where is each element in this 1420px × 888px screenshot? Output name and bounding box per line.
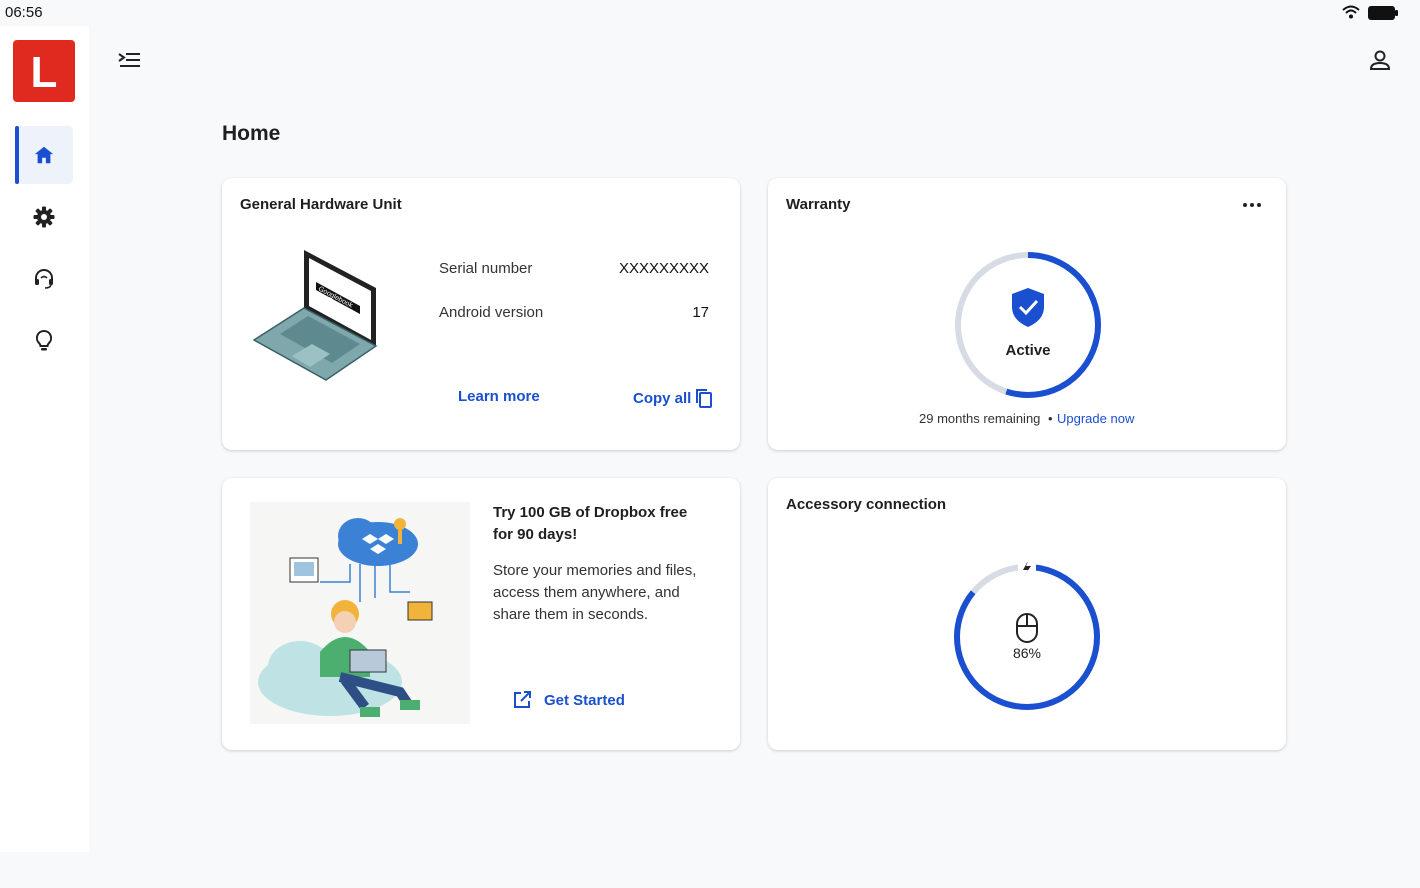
copy-icon <box>696 389 713 408</box>
warranty-ring <box>955 252 1101 398</box>
nav-item-support[interactable] <box>15 250 73 308</box>
laptop-illustration: Googlebook <box>252 250 378 381</box>
nav-rail: L <box>0 26 89 852</box>
learn-more-link[interactable]: Learn more <box>458 388 540 405</box>
page-title: Home <box>222 122 281 145</box>
account-button[interactable] <box>1367 48 1393 74</box>
copy-all-label: Copy all <box>633 389 692 407</box>
warranty-card: Warranty Active 29 months remaining • Up… <box>768 178 1286 450</box>
status-bar: 06:56 <box>0 0 1420 26</box>
warranty-more-button[interactable] <box>1241 200 1263 210</box>
hardware-card-title: General Hardware Unit <box>240 196 402 213</box>
hardware-card: General Hardware Unit Googlebook Serial … <box>222 178 740 450</box>
status-time: 06:56 <box>5 4 43 21</box>
android-version-value: 17 <box>692 304 709 321</box>
serial-number-label: Serial number <box>439 260 533 277</box>
dropbox-promo-title: Try 100 GB of Dropbox free for 90 days! <box>493 504 688 543</box>
open-in-new-icon <box>514 691 531 708</box>
more-dots-icon <box>1243 203 1247 207</box>
warranty-status: Active <box>1005 342 1051 359</box>
serial-number-value: XXXXXXXXX <box>618 260 709 277</box>
home-icon <box>34 146 54 164</box>
battery-icon <box>1368 6 1398 25</box>
get-started-button[interactable]: Get Started <box>512 690 625 710</box>
dropbox-promo-body: Store your memories and files, access th… <box>493 562 697 623</box>
warranty-remaining: 29 months remaining <box>919 411 1041 426</box>
support-headset-icon <box>35 269 53 289</box>
system-navigation-bar <box>0 852 1420 888</box>
dropbox-illustration <box>250 502 470 724</box>
warranty-separator: • <box>1048 411 1053 426</box>
menu-collapse-button[interactable] <box>116 48 142 72</box>
wifi-icon <box>1342 5 1360 24</box>
shield-check-icon <box>1012 288 1044 327</box>
get-started-label: Get Started <box>544 691 625 709</box>
gear-icon <box>33 206 55 228</box>
android-version-label: Android version <box>439 304 544 321</box>
accessory-ring <box>954 562 1100 710</box>
lightbulb-icon <box>35 329 53 351</box>
nav-item-settings[interactable] <box>15 188 73 246</box>
app-logo-letter: L <box>30 48 58 97</box>
accessory-card-title: Accessory connection <box>786 496 947 513</box>
nav-item-tips[interactable] <box>15 312 73 370</box>
menu-collapse-icon <box>118 53 140 67</box>
copy-all-button[interactable]: Copy all <box>633 388 713 408</box>
upgrade-now-link[interactable]: Upgrade now <box>1057 411 1134 426</box>
accessory-battery-percent: 86% <box>1012 645 1042 661</box>
nav-item-home[interactable] <box>15 126 73 184</box>
warranty-card-title: Warranty <box>786 196 851 213</box>
accessory-card: Accessory connection 86% <box>768 478 1286 750</box>
app-logo: L <box>13 40 75 102</box>
account-icon <box>1369 50 1391 70</box>
dropbox-promo-card: Try 100 GB of Dropbox free for 90 days! … <box>222 478 740 750</box>
